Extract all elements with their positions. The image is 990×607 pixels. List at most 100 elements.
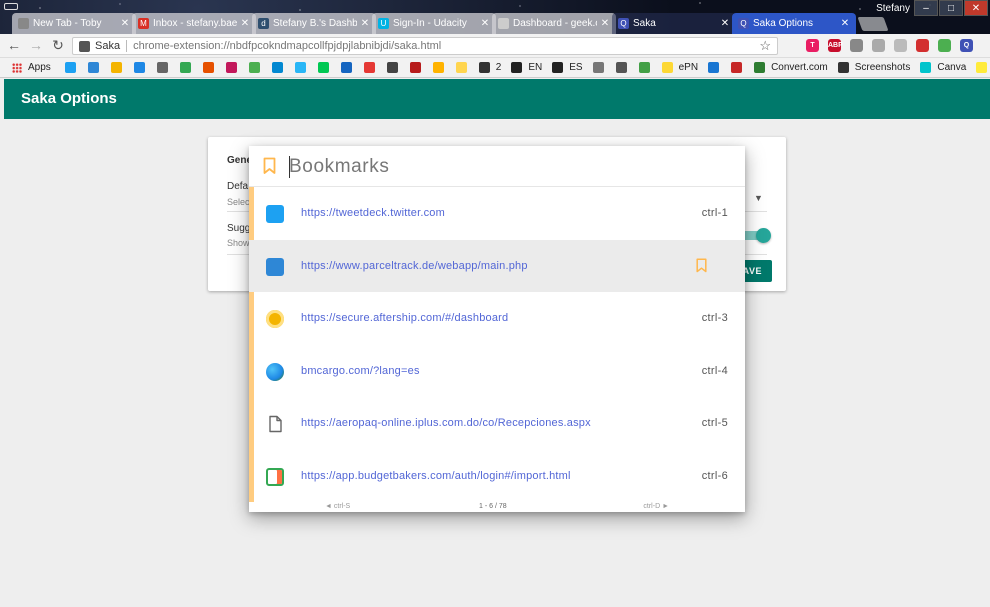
browser-tab[interactable]: U Sign-In - Udacity ✕ — [372, 13, 496, 34]
bookmark-favicon-icon[interactable] — [87, 62, 99, 73]
extension-icon[interactable] — [850, 39, 863, 52]
browser-tab[interactable]: M Inbox - stefany.baez ✕ — [132, 13, 256, 34]
browser-tab[interactable]: d Stefany B.'s Dashboard ✕ — [252, 13, 376, 34]
bookmark-favicon-icon[interactable] — [386, 62, 398, 73]
extension-icon[interactable]: T — [806, 39, 819, 52]
bookmark-favicon-icon[interactable] — [294, 62, 306, 73]
default-mode-select[interactable]: Selec — [227, 197, 250, 207]
bookmark-favicon-icon[interactable] — [511, 62, 523, 73]
saka-search-bar — [249, 146, 745, 187]
bookmark-favicon-icon[interactable] — [340, 62, 352, 73]
next-page-hint[interactable]: ctrl-D ► — [643, 503, 669, 510]
bookmark-mode-icon[interactable] — [263, 157, 276, 175]
tab-close-icon[interactable]: ✕ — [720, 18, 730, 29]
tab-close-icon[interactable]: ✕ — [360, 18, 370, 29]
bookmark-favicon-icon[interactable] — [271, 62, 283, 73]
bookmark-favicon-icon[interactable] — [455, 62, 467, 73]
address-bar[interactable]: Saka chrome-extension://nbdfpcokndmapcol… — [72, 37, 778, 55]
tab-close-icon[interactable]: ✕ — [480, 18, 490, 29]
bookmark-star-icon[interactable]: ☆ — [759, 38, 771, 54]
extension-icon[interactable]: ABP — [828, 39, 843, 52]
bookmark-favicon-icon[interactable] — [976, 62, 988, 73]
bookmark-favicon-icon[interactable] — [432, 62, 444, 73]
bookmark-favicon-icon[interactable] — [110, 62, 122, 73]
maximize-button[interactable]: □ — [939, 0, 963, 16]
bookmark-favicon-icon[interactable] — [754, 62, 766, 73]
saka-search-input[interactable] — [289, 152, 729, 182]
dropdown-arrow-icon[interactable]: ▼ — [754, 193, 763, 203]
bookmark-label[interactable]: Canva — [937, 62, 966, 73]
reload-icon[interactable]: ↻ — [50, 37, 66, 53]
browser-tab[interactable]: Q Saka Options ✕ — [732, 13, 856, 34]
apps-shortcut[interactable]: Apps — [12, 62, 51, 73]
new-tab-button[interactable] — [857, 17, 889, 31]
bookmark-favicon-icon[interactable] — [156, 62, 168, 73]
bookmark-result[interactable]: https://secure.aftership.com/#/dashboard… — [249, 292, 745, 344]
browser-tab[interactable]: Q Saka ✕ — [612, 13, 736, 34]
window-controls: – □ ✕ — [913, 0, 988, 16]
window-menu-icon[interactable] — [4, 3, 18, 10]
result-url[interactable]: bmcargo.com/?lang=es — [301, 365, 420, 377]
extension-icon[interactable]: Q — [960, 39, 973, 52]
bookmark-favicon-icon[interactable] — [202, 62, 214, 73]
site-chip: Saka — [95, 40, 121, 52]
extension-icon[interactable] — [894, 39, 907, 52]
extension-icon[interactable] — [938, 39, 951, 52]
bookmark-label[interactable]: ePN — [679, 62, 698, 73]
forward-icon[interactable]: → — [28, 37, 44, 53]
bookmark-favicon-icon[interactable] — [615, 62, 627, 73]
bookmark-favicon-icon[interactable] — [592, 62, 604, 73]
result-url[interactable]: https://www.parceltrack.de/webapp/main.p… — [301, 260, 528, 272]
browser-tab[interactable]: Dashboard - geek.c ✕ — [492, 13, 616, 34]
bookmark-label[interactable]: ES — [569, 62, 582, 73]
tab-favicon-icon: Q — [738, 18, 749, 29]
bookmark-label[interactable]: 2 — [496, 62, 502, 73]
result-url[interactable]: https://tweetdeck.twitter.com — [301, 207, 445, 219]
tab-close-icon[interactable]: ✕ — [840, 18, 850, 29]
bookmark-favicon-icon[interactable] — [478, 62, 490, 73]
extension-puzzle-icon — [79, 40, 90, 52]
bookmark-favicon-icon[interactable] — [708, 62, 720, 73]
bookmark-favicon-icon[interactable] — [731, 62, 743, 73]
bookmark-favicon-icon[interactable] — [920, 62, 932, 73]
tab-title: New Tab - Toby — [33, 18, 102, 29]
bookmark-label[interactable]: Convert.com — [771, 62, 828, 73]
bookmark-favicon-icon[interactable] — [638, 62, 650, 73]
bookmark-favicon-icon[interactable] — [837, 62, 849, 73]
bookmark-favicon-icon[interactable] — [409, 62, 421, 73]
result-url[interactable]: https://aeropaq-online.iplus.com.do/co/R… — [301, 417, 591, 429]
prev-page-hint[interactable]: ◄ ctrl-S — [325, 503, 350, 510]
bookmark-label[interactable]: Screenshots — [855, 62, 911, 73]
bookmark-result[interactable]: https://app.budgetbakers.com/auth/login#… — [249, 450, 745, 502]
back-icon[interactable]: ← — [6, 37, 22, 53]
bookmark-result[interactable]: https://tweetdeck.twitter.com ctrl-1 — [249, 187, 745, 239]
minimize-button[interactable]: – — [914, 0, 938, 16]
bookmark-label[interactable]: EN — [528, 62, 542, 73]
browser-tab[interactable]: New Tab - Toby ✕ — [12, 13, 136, 34]
toolbar: ← → ↻ Saka chrome-extension://nbdfpcoknd… — [0, 34, 990, 58]
tab-close-icon[interactable]: ✕ — [240, 18, 250, 29]
result-url[interactable]: https://secure.aftership.com/#/dashboard — [301, 312, 508, 324]
bookmark-favicon-icon[interactable] — [64, 62, 76, 73]
bookmark-result[interactable]: https://aeropaq-online.iplus.com.do/co/R… — [249, 397, 745, 449]
extension-icon[interactable] — [916, 39, 929, 52]
tab-close-icon[interactable]: ✕ — [120, 18, 130, 29]
extension-icon[interactable] — [872, 39, 885, 52]
bookmark-favicon-icon[interactable] — [225, 62, 237, 73]
bookmark-favicon-icon[interactable] — [248, 62, 260, 73]
tab-title: Saka Options — [753, 18, 814, 29]
bookmark-favicon-icon[interactable] — [133, 62, 145, 73]
tab-title: Dashboard - geek.c — [513, 18, 597, 29]
bookmark-favicon-icon[interactable] — [363, 62, 375, 73]
url-text[interactable]: chrome-extension://nbdfpcokndmapcollfpjd… — [133, 40, 759, 52]
bookmark-result[interactable]: bmcargo.com/?lang=es ctrl-4 — [249, 345, 745, 397]
tab-close-icon[interactable]: ✕ — [600, 18, 610, 29]
bookmark-favicon-icon[interactable] — [661, 62, 673, 73]
result-url[interactable]: https://app.budgetbakers.com/auth/login#… — [301, 470, 571, 482]
bookmark-favicon-icon[interactable] — [179, 62, 191, 73]
close-window-button[interactable]: ✕ — [964, 0, 988, 16]
bookmark-result[interactable]: https://www.parceltrack.de/webapp/main.p… — [249, 239, 745, 292]
page-title: Saka Options — [21, 90, 117, 107]
bookmark-favicon-icon[interactable] — [552, 62, 564, 73]
bookmark-favicon-icon[interactable] — [317, 62, 329, 73]
